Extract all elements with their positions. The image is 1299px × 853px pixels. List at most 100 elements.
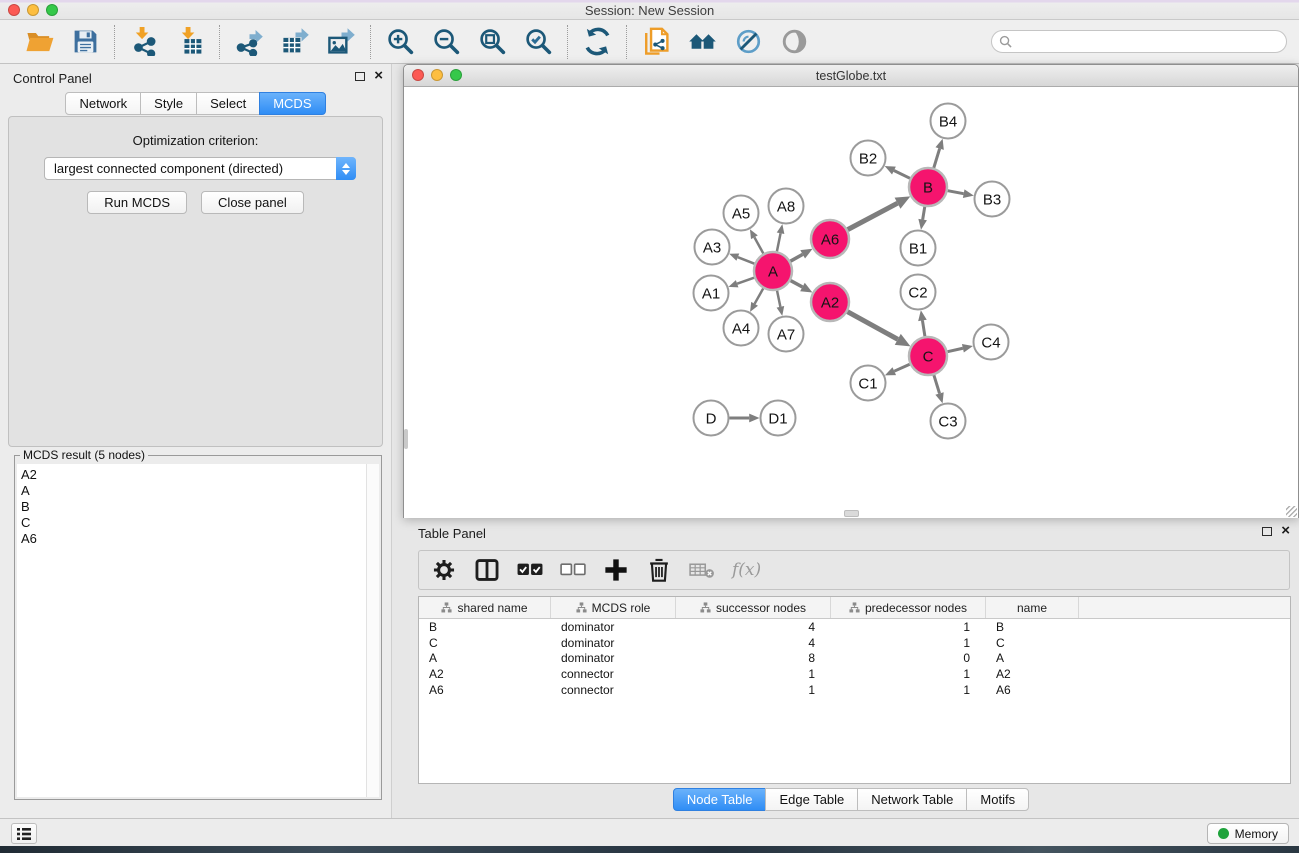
network-canvas[interactable]: B4B2BB3A5A8A6A3B1AC2A1A2A4A7C4CC1C3DD1	[404, 87, 1298, 518]
checked-boxes-icon	[517, 562, 543, 577]
tab-select[interactable]: Select	[196, 92, 260, 115]
graph-arrowhead	[918, 310, 927, 321]
close-table-panel-icon[interactable]: ×	[1281, 526, 1290, 536]
import-network-button[interactable]	[125, 25, 163, 59]
export-image-icon	[327, 27, 356, 56]
add-column-button[interactable]	[603, 557, 629, 583]
close-panel-icon[interactable]: ×	[374, 71, 383, 81]
tab-motifs[interactable]: Motifs	[966, 788, 1029, 811]
hide-panels-button[interactable]	[729, 25, 767, 59]
column-header-predecessor-nodes[interactable]: predecessor nodes	[831, 597, 986, 618]
export-image-button[interactable]	[322, 25, 360, 59]
graph-edge-B-B3[interactable]	[948, 191, 964, 194]
graph-edge-A-A6[interactable]	[790, 254, 802, 261]
table-cell: 4	[676, 620, 831, 634]
column-header-shared-name[interactable]: shared name	[419, 597, 551, 618]
run-mcds-button[interactable]: Run MCDS	[87, 191, 187, 214]
column-header-label: MCDS role	[592, 601, 651, 615]
graph-edge-A6-B[interactable]	[848, 203, 898, 229]
graph-edge-A-A7[interactable]	[777, 291, 780, 307]
graph-node-label: B1	[909, 241, 927, 258]
column-header-mcds-role[interactable]: MCDS role	[551, 597, 676, 618]
close-panel-button[interactable]: Close panel	[201, 191, 304, 214]
eye-icon	[780, 27, 809, 56]
graph-edge-A-A4[interactable]	[755, 288, 764, 303]
mcds-result-item[interactable]: B	[21, 499, 366, 515]
float-table-panel-icon[interactable]	[1262, 527, 1272, 536]
network-resize-grip[interactable]	[1286, 506, 1297, 517]
open-session-button[interactable]	[20, 25, 58, 59]
delete-table-button[interactable]	[689, 557, 715, 583]
table-settings-button[interactable]	[431, 557, 457, 583]
graph-edge-C-C1[interactable]	[894, 364, 909, 371]
mcds-result-item[interactable]: A	[21, 483, 366, 499]
tab-mcds[interactable]: MCDS	[259, 92, 325, 115]
mcds-result-item[interactable]: C	[21, 515, 366, 531]
table-panel: Table Panel ×	[403, 520, 1299, 818]
select-stepper-icon	[336, 157, 356, 180]
search-input[interactable]	[991, 30, 1287, 53]
graph-edge-C-C4[interactable]	[948, 348, 963, 351]
graph-edge-C-C3[interactable]	[934, 375, 940, 393]
show-panels-button[interactable]	[775, 25, 813, 59]
graph-edge-A-A1[interactable]	[737, 278, 754, 284]
home-button[interactable]	[683, 25, 721, 59]
control-panel: Control Panel × NetworkStyleSelectMCDS O…	[0, 64, 392, 818]
tab-network[interactable]: Network	[65, 92, 141, 115]
application-window: Session: New Session	[0, 0, 1299, 853]
export-network-button[interactable]	[230, 25, 268, 59]
mcds-result-item[interactable]: A6	[21, 531, 366, 547]
task-history-button[interactable]	[11, 823, 37, 844]
zoom-selected-button[interactable]	[519, 25, 557, 59]
result-list-scrollbar[interactable]	[366, 464, 379, 797]
graph-edge-A-A3[interactable]	[738, 257, 755, 264]
network-hscroll-handle[interactable]	[844, 510, 859, 517]
column-header-name[interactable]: name	[986, 597, 1079, 618]
graph-edge-C-C2[interactable]	[922, 320, 924, 336]
table-panel-title: Table Panel	[418, 526, 486, 541]
delete-column-button[interactable]	[646, 557, 672, 583]
table-row[interactable]: Adominator80A	[419, 650, 1290, 666]
network-window-titlebar[interactable]: testGlobe.txt	[404, 65, 1298, 87]
deselect-all-columns-button[interactable]	[560, 557, 586, 583]
table-row[interactable]: A6connector11A6	[419, 682, 1290, 698]
graph-edge-B-B4[interactable]	[934, 149, 940, 168]
graph-edge-B-B2[interactable]	[894, 171, 910, 179]
graph-edge-B-B1[interactable]	[923, 207, 925, 220]
show-columns-button[interactable]	[474, 557, 500, 583]
float-panel-icon[interactable]	[355, 72, 365, 81]
network-vscroll-handle[interactable]	[404, 429, 408, 449]
zoom-out-button[interactable]	[427, 25, 465, 59]
table-row[interactable]: Cdominator41C	[419, 635, 1290, 651]
mcds-tab-content: Optimization criterion: largest connecte…	[8, 116, 383, 447]
graph-edge-A2-C[interactable]	[848, 312, 898, 340]
mcds-result-item[interactable]: A2	[21, 467, 366, 483]
tab-node-table[interactable]: Node Table	[673, 788, 767, 811]
function-builder-button[interactable]: f(x)	[732, 560, 761, 580]
zoom-fit-button[interactable]	[473, 25, 511, 59]
table-row[interactable]: Bdominator41B	[419, 619, 1290, 635]
table-row[interactable]: A2connector11A2	[419, 666, 1290, 682]
network-window: testGlobe.txt B4B2BB3A5A8A6A3B1AC2A1A2A4…	[403, 64, 1299, 518]
export-table-button[interactable]	[276, 25, 314, 59]
select-all-columns-button[interactable]	[517, 557, 543, 583]
tab-network-table[interactable]: Network Table	[857, 788, 967, 811]
memory-button[interactable]: Memory	[1207, 823, 1289, 844]
criterion-select[interactable]: largest connected component (directed)	[44, 157, 356, 180]
tab-style[interactable]: Style	[140, 92, 197, 115]
zoom-in-button[interactable]	[381, 25, 419, 59]
table-cell: dominator	[551, 620, 676, 634]
save-session-button[interactable]	[66, 25, 104, 59]
copy-network-button[interactable]	[637, 25, 675, 59]
refresh-button[interactable]	[578, 25, 616, 59]
graph-arrowhead	[935, 392, 943, 403]
graph-edge-A-A5[interactable]	[754, 237, 763, 253]
graph-arrowhead	[963, 189, 974, 198]
search-icon	[999, 35, 1012, 48]
column-header-successor-nodes[interactable]: successor nodes	[676, 597, 831, 618]
tab-edge-table[interactable]: Edge Table	[765, 788, 858, 811]
import-table-button[interactable]	[171, 25, 209, 59]
graph-edge-A-A2[interactable]	[791, 281, 803, 287]
plus-icon	[603, 557, 629, 583]
graph-edge-A-A8[interactable]	[777, 233, 781, 251]
